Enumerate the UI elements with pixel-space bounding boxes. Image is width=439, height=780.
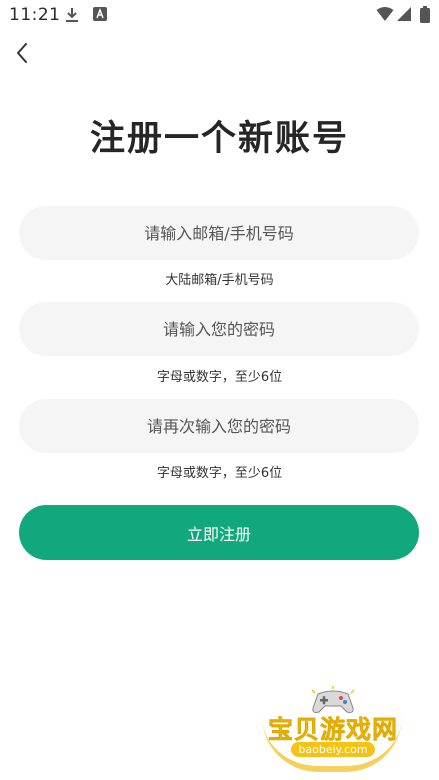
confirm-password-hint: 字母或数字，至少6位 xyxy=(156,466,283,481)
register-screen: 11:21 注册一个新账号 请输入邮箱/手机号码 大陆邮箱/手机号码 字母或数字… xyxy=(0,0,439,780)
signal-icon xyxy=(396,6,412,26)
status-blank xyxy=(116,6,134,22)
page-title: 注册一个新账号 xyxy=(89,119,349,159)
status-time: 11:21 xyxy=(9,5,61,25)
password-hint: 字母或数字，至少6位 xyxy=(156,370,283,385)
account-hint: 大陆邮箱/手机号码 xyxy=(165,273,274,288)
back-button[interactable] xyxy=(8,40,36,70)
register-button[interactable]: 立即注册 xyxy=(19,505,419,560)
watermark-text: 宝贝游戏网 xyxy=(267,715,398,745)
watermark-url: baobeiy.com xyxy=(291,742,375,757)
watermark-logo: 宝贝游戏网 baobeiy.com xyxy=(258,682,408,774)
battery-icon xyxy=(420,6,430,27)
password-input[interactable] xyxy=(19,302,419,356)
chevron-left-icon xyxy=(15,42,29,68)
confirm-password-input[interactable] xyxy=(19,399,419,453)
wifi-icon xyxy=(376,6,394,26)
account-input[interactable] xyxy=(19,206,419,260)
status-bar: 11:21 xyxy=(0,0,439,30)
a-icon xyxy=(93,6,107,26)
download-icon xyxy=(64,6,80,28)
